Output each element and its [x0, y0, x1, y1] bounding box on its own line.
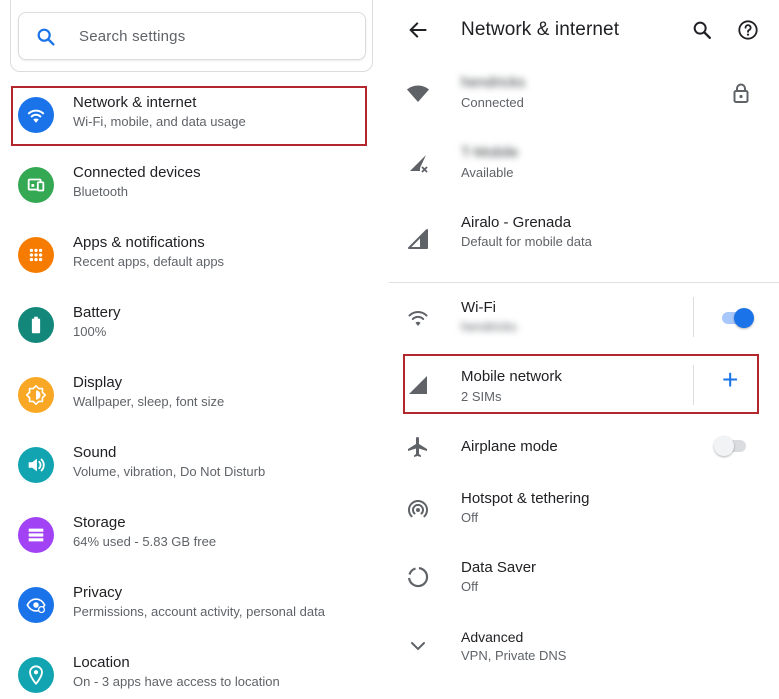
settings-item-subtitle: Wi-Fi, mobile, and data usage	[73, 114, 246, 129]
settings-item-location[interactable]: Location On - 3 apps have access to loca…	[0, 642, 389, 699]
network-name: T-Mobile	[461, 144, 519, 161]
data-saver-title: Data Saver	[461, 559, 537, 576]
settings-item-apps[interactable]: Apps & notifications Recent apps, defaul…	[0, 222, 389, 292]
settings-item-subtitle: On - 3 apps have access to location	[73, 674, 280, 689]
settings-item-privacy[interactable]: Privacy Permissions, account activity, p…	[0, 572, 389, 642]
settings-item-subtitle: 64% used - 5.83 GB free	[73, 534, 217, 549]
data-saver-icon	[408, 567, 429, 588]
settings-item-network[interactable]: Network & internet Wi-Fi, mobile, and da…	[0, 82, 389, 152]
signal-icon	[408, 229, 428, 249]
network-item-connected-wifi[interactable]: hendricks Connected	[389, 58, 779, 128]
mobile-network-row[interactable]: Mobile network 2 SIMs +	[389, 354, 779, 414]
settings-item-connected-devices[interactable]: Connected devices Bluetooth	[0, 152, 389, 222]
settings-item-title: Battery	[73, 304, 121, 321]
settings-item-title: Display	[73, 374, 123, 391]
wifi-filled-icon	[407, 85, 429, 102]
row-divider	[693, 365, 694, 405]
apps-grid-icon	[18, 237, 54, 273]
settings-item-display[interactable]: Display Wallpaper, sleep, font size	[0, 362, 389, 432]
battery-icon	[18, 307, 54, 343]
settings-item-title: Privacy	[73, 584, 123, 601]
wifi-title: Wi-Fi	[461, 299, 496, 316]
top-app-bar: Network & internet	[389, 0, 779, 58]
settings-item-title: Sound	[73, 444, 117, 461]
storage-icon	[18, 517, 54, 553]
data-saver-status: Off	[461, 579, 479, 594]
wifi-row[interactable]: Wi-Fi hendricks	[389, 284, 779, 352]
hotspot-icon	[408, 500, 428, 518]
volume-icon	[18, 447, 54, 483]
airplane-icon	[408, 437, 427, 457]
wifi-toggle[interactable]	[720, 308, 754, 328]
settings-item-subtitle: Permissions, account activity, personal …	[73, 604, 325, 619]
network-status: Default for mobile data	[461, 234, 592, 249]
settings-item-subtitle: Wallpaper, sleep, font size	[73, 394, 225, 409]
row-divider	[693, 297, 694, 337]
hotspot-row[interactable]: Hotspot & tethering Off	[389, 478, 779, 544]
settings-item-title: Storage	[73, 514, 126, 531]
advanced-title: Advanced	[461, 629, 524, 645]
lock-icon	[733, 83, 749, 103]
settings-item-battery[interactable]: Battery 100%	[0, 292, 389, 362]
wifi-ssid: hendricks	[461, 319, 517, 334]
settings-item-subtitle: 100%	[73, 324, 107, 339]
settings-item-subtitle: Bluetooth	[73, 184, 128, 199]
search-placeholder: Search settings	[79, 28, 186, 45]
help-icon[interactable]	[737, 19, 759, 41]
location-pin-icon	[18, 657, 54, 693]
data-saver-row[interactable]: Data Saver Off	[389, 546, 779, 612]
settings-item-sound[interactable]: Sound Volume, vibration, Do Not Disturb	[0, 432, 389, 502]
add-sim-button[interactable]: +	[722, 366, 738, 394]
signal-no-data-icon	[410, 155, 428, 173]
settings-item-subtitle: Volume, vibration, Do Not Disturb	[73, 464, 266, 479]
network-item-airalo[interactable]: Airalo - Grenada Default for mobile data	[389, 198, 779, 270]
hotspot-title: Hotspot & tethering	[461, 490, 590, 507]
mobile-network-subtitle: 2 SIMs	[461, 389, 502, 404]
devices-icon	[18, 167, 54, 203]
mobile-network-title: Mobile network	[461, 368, 562, 385]
network-item-mobile-available[interactable]: T-Mobile Available	[389, 128, 779, 198]
advanced-row[interactable]: Advanced VPN, Private DNS	[389, 614, 779, 678]
page-title: Network & internet	[461, 19, 620, 40]
settings-item-title: Location	[73, 654, 130, 671]
search-icon	[37, 28, 55, 46]
search-settings-bar[interactable]: Search settings	[18, 12, 366, 60]
chevron-down-icon	[411, 642, 425, 651]
search-icon[interactable]	[691, 19, 713, 41]
network-status: Connected	[461, 95, 524, 110]
airplane-mode-toggle[interactable]	[714, 436, 748, 456]
brightness-icon	[18, 377, 54, 413]
settings-item-storage[interactable]: Storage 64% used - 5.83 GB free	[0, 502, 389, 572]
settings-item-title: Network & internet	[73, 94, 197, 111]
airplane-mode-title: Airplane mode	[461, 438, 558, 455]
signal-icon	[409, 376, 427, 394]
settings-item-subtitle: Recent apps, default apps	[73, 254, 225, 269]
back-arrow-icon[interactable]	[407, 19, 429, 41]
airplane-mode-row[interactable]: Airplane mode	[389, 416, 779, 476]
network-name: hendricks	[461, 74, 526, 91]
network-status: Available	[461, 165, 514, 180]
privacy-eye-icon	[18, 587, 54, 623]
hotspot-status: Off	[461, 510, 479, 525]
network-internet-panel: Network & internet hendricks Connected T…	[389, 0, 779, 699]
settings-home-panel: Search settings Network & internet Wi-Fi…	[0, 0, 389, 699]
section-divider	[389, 282, 779, 283]
network-name: Airalo - Grenada	[461, 214, 572, 231]
wifi-icon	[408, 311, 428, 326]
settings-item-title: Apps & notifications	[73, 234, 205, 251]
settings-item-title: Connected devices	[73, 164, 201, 181]
wifi-icon	[18, 97, 54, 133]
advanced-subtitle: VPN, Private DNS	[461, 648, 567, 663]
